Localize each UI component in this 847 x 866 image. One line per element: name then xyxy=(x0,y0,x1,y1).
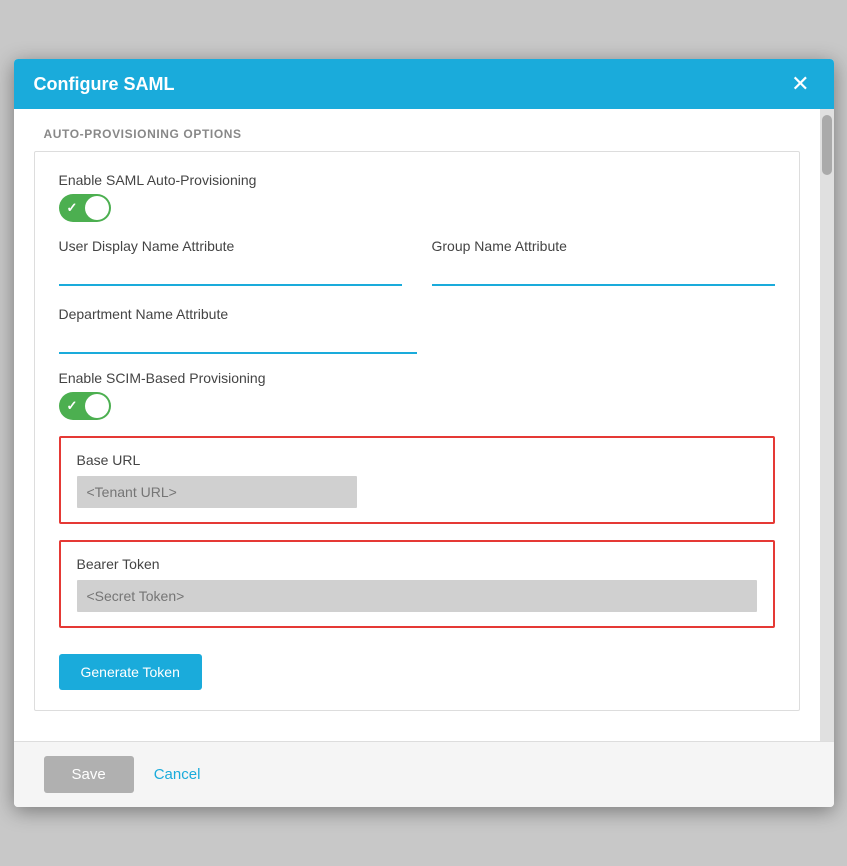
base-url-label: Base URL xyxy=(77,452,757,468)
enable-scim-label: Enable SCIM-Based Provisioning xyxy=(59,370,775,386)
group-name-input[interactable] xyxy=(432,260,775,286)
modal-scrollbar-area: AUTO-PROVISIONING OPTIONS Enable SAML Au… xyxy=(14,109,834,741)
auto-provisioning-section: Enable SAML Auto-Provisioning ✓ User Dis… xyxy=(34,151,800,711)
save-button[interactable]: Save xyxy=(44,756,134,793)
modal-body: AUTO-PROVISIONING OPTIONS Enable SAML Au… xyxy=(14,109,820,741)
scrollbar-track[interactable] xyxy=(820,109,834,741)
name-attributes-row: User Display Name Attribute Group Name A… xyxy=(59,238,775,286)
group-name-group: Group Name Attribute xyxy=(432,238,775,286)
user-display-name-label: User Display Name Attribute xyxy=(59,238,402,254)
group-name-label: Group Name Attribute xyxy=(432,238,775,254)
department-name-input[interactable] xyxy=(59,328,417,354)
base-url-input[interactable] xyxy=(77,476,357,508)
modal-overlay: Configure SAML ✕ AUTO-PROVISIONING OPTIO… xyxy=(0,0,847,866)
enable-saml-label: Enable SAML Auto-Provisioning xyxy=(59,172,775,188)
enable-saml-toggle[interactable]: ✓ xyxy=(59,194,111,222)
scrollbar-thumb[interactable] xyxy=(822,115,832,175)
department-name-group: Department Name Attribute xyxy=(59,306,775,354)
modal-header: Configure SAML ✕ xyxy=(14,59,834,109)
user-display-name-group: User Display Name Attribute xyxy=(59,238,402,286)
scim-toggle-check-icon: ✓ xyxy=(67,398,78,414)
close-button[interactable]: ✕ xyxy=(787,73,813,95)
user-display-name-input[interactable] xyxy=(59,260,402,286)
generate-token-button[interactable]: Generate Token xyxy=(59,654,202,690)
enable-scim-toggle-wrapper: ✓ xyxy=(59,392,775,420)
toggle-knob xyxy=(85,196,109,220)
bearer-token-box: Bearer Token xyxy=(59,540,775,628)
modal-title: Configure SAML xyxy=(34,74,175,95)
bearer-token-input[interactable] xyxy=(77,580,757,612)
auto-provisioning-header: AUTO-PROVISIONING OPTIONS xyxy=(14,109,820,151)
enable-saml-toggle-wrapper: ✓ xyxy=(59,194,775,222)
cancel-button[interactable]: Cancel xyxy=(154,766,201,783)
scim-toggle-knob xyxy=(85,394,109,418)
modal-footer: Save Cancel xyxy=(14,741,834,807)
bottom-spacer xyxy=(14,721,820,741)
department-name-label: Department Name Attribute xyxy=(59,306,775,322)
base-url-box: Base URL xyxy=(59,436,775,524)
configure-saml-modal: Configure SAML ✕ AUTO-PROVISIONING OPTIO… xyxy=(14,59,834,807)
enable-scim-toggle[interactable]: ✓ xyxy=(59,392,111,420)
toggle-check-icon: ✓ xyxy=(67,200,78,216)
bearer-token-label: Bearer Token xyxy=(77,556,757,572)
